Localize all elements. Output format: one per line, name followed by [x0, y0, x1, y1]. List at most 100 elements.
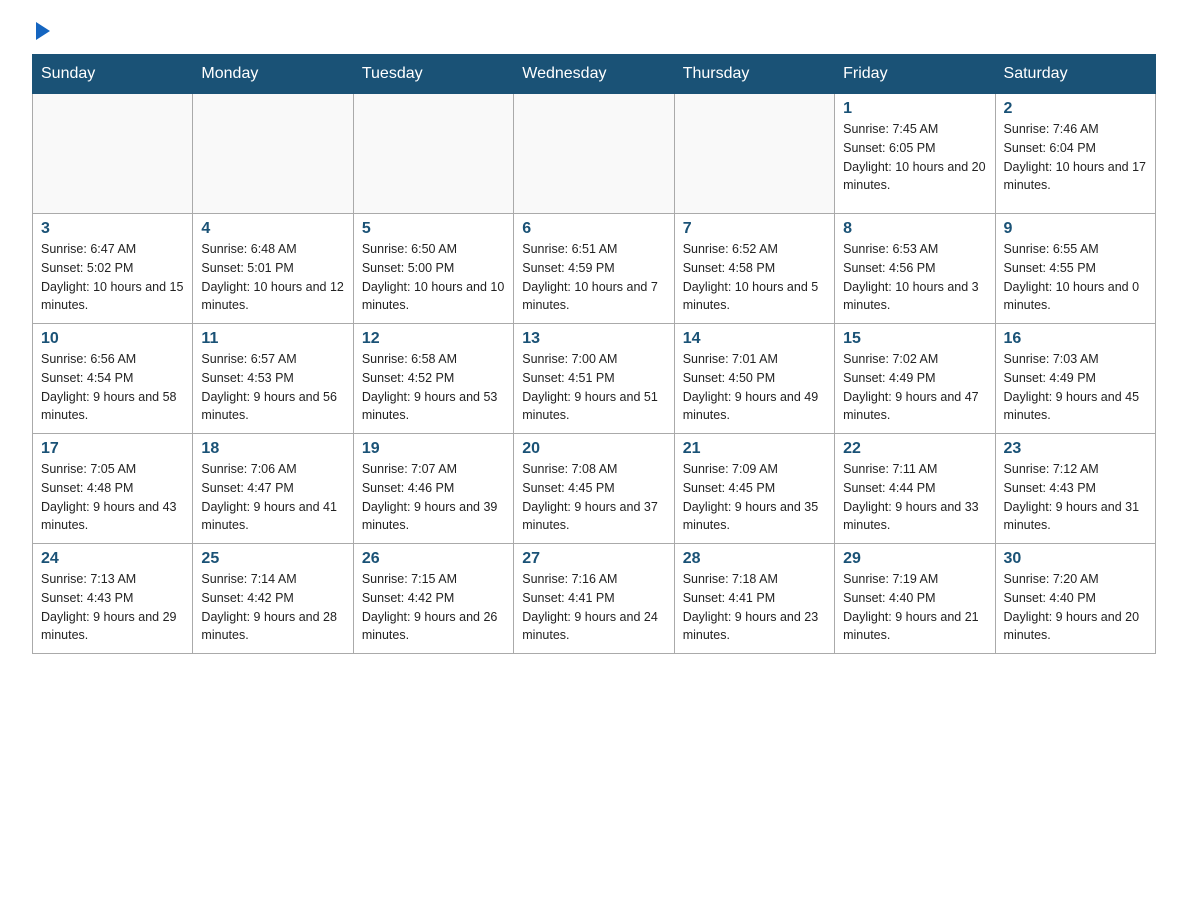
calendar-cell: 8Sunrise: 6:53 AM Sunset: 4:56 PM Daylig… [835, 214, 995, 324]
day-number: 18 [201, 440, 344, 458]
calendar-cell: 24 Sunrise: 7:13 AM Sunset: 4:43 PM Dayli… [33, 544, 193, 654]
day-info: Sunrise: 7:20 AM Sunset: 4:40 PM Dayligh… [1004, 570, 1147, 645]
day-number: 4 [201, 220, 344, 238]
calendar-cell [674, 94, 834, 214]
day-number: 19 [362, 440, 505, 458]
weekday-header-tuesday: Tuesday [353, 55, 513, 94]
weekday-header-friday: Friday [835, 55, 995, 94]
day-number: 7 [683, 220, 826, 238]
calendar-cell: 2Sunrise: 7:46 AM Sunset: 6:04 PM Daylig… [995, 94, 1155, 214]
day-number: 24 [41, 550, 184, 568]
calendar-cell: 16 Sunrise: 7:03 AM Sunset: 4:49 PM Dayli… [995, 324, 1155, 434]
calendar-cell [33, 94, 193, 214]
day-number: 14 [683, 330, 826, 348]
weekday-header-thursday: Thursday [674, 55, 834, 94]
day-number: 23 [1004, 440, 1147, 458]
day-number: 29 [843, 550, 986, 568]
logo-arrow-icon [36, 22, 50, 40]
calendar-cell: 9Sunrise: 6:55 AM Sunset: 4:55 PM Daylig… [995, 214, 1155, 324]
day-number: 20 [522, 440, 665, 458]
day-info: Sunrise: 7:15 AM Sunset: 4:42 PM Dayligh… [362, 570, 505, 645]
calendar-cell: 14Sunrise: 7:01 AM Sunset: 4:50 PM Dayli… [674, 324, 834, 434]
calendar-cell: 23 Sunrise: 7:12 AM Sunset: 4:43 PM Dayli… [995, 434, 1155, 544]
day-number: 28 [683, 550, 826, 568]
calendar-cell: 21 Sunrise: 7:09 AM Sunset: 4:45 PM Dayli… [674, 434, 834, 544]
calendar-cell: 27Sunrise: 7:16 AM Sunset: 4:41 PM Dayli… [514, 544, 674, 654]
calendar-cell: 1 Sunrise: 7:45 AM Sunset: 6:05 PM Daylig… [835, 94, 995, 214]
day-number: 17 [41, 440, 184, 458]
calendar-cell: 4 Sunrise: 6:48 AM Sunset: 5:01 PM Daylig… [193, 214, 353, 324]
day-number: 26 [362, 550, 505, 568]
day-info: Sunrise: 6:50 AM Sunset: 5:00 PM Dayligh… [362, 240, 505, 315]
day-number: 1 [843, 100, 986, 118]
day-info: Sunrise: 7:00 AM Sunset: 4:51 PM Dayligh… [522, 350, 665, 425]
calendar-week-row: 17Sunrise: 7:05 AM Sunset: 4:48 PM Dayli… [33, 434, 1156, 544]
calendar-cell: 19 Sunrise: 7:07 AM Sunset: 4:46 PM Dayli… [353, 434, 513, 544]
day-info: Sunrise: 7:08 AM Sunset: 4:45 PM Dayligh… [522, 460, 665, 535]
calendar-table: SundayMondayTuesdayWednesdayThursdayFrid… [32, 54, 1156, 654]
day-info: Sunrise: 7:46 AM Sunset: 6:04 PM Dayligh… [1004, 120, 1147, 195]
calendar-cell: 6Sunrise: 6:51 AM Sunset: 4:59 PM Daylig… [514, 214, 674, 324]
calendar-cell: 30 Sunrise: 7:20 AM Sunset: 4:40 PM Dayli… [995, 544, 1155, 654]
weekday-header-sunday: Sunday [33, 55, 193, 94]
day-number: 11 [201, 330, 344, 348]
day-info: Sunrise: 7:18 AM Sunset: 4:41 PM Dayligh… [683, 570, 826, 645]
page-header [32, 24, 1156, 38]
calendar-cell: 12Sunrise: 6:58 AM Sunset: 4:52 PM Dayli… [353, 324, 513, 434]
day-number: 3 [41, 220, 184, 238]
day-info: Sunrise: 6:47 AM Sunset: 5:02 PM Dayligh… [41, 240, 184, 315]
calendar-cell: 3 Sunrise: 6:47 AM Sunset: 5:02 PM Daylig… [33, 214, 193, 324]
calendar-cell [193, 94, 353, 214]
day-info: Sunrise: 7:16 AM Sunset: 4:41 PM Dayligh… [522, 570, 665, 645]
day-info: Sunrise: 7:07 AM Sunset: 4:46 PM Dayligh… [362, 460, 505, 535]
day-info: Sunrise: 6:57 AM Sunset: 4:53 PM Dayligh… [201, 350, 344, 425]
weekday-header-saturday: Saturday [995, 55, 1155, 94]
calendar-week-row: 3 Sunrise: 6:47 AM Sunset: 5:02 PM Daylig… [33, 214, 1156, 324]
weekday-header-monday: Monday [193, 55, 353, 94]
calendar-cell: 29 Sunrise: 7:19 AM Sunset: 4:40 PM Dayli… [835, 544, 995, 654]
day-number: 5 [362, 220, 505, 238]
day-number: 30 [1004, 550, 1147, 568]
day-info: Sunrise: 6:55 AM Sunset: 4:55 PM Dayligh… [1004, 240, 1147, 315]
day-info: Sunrise: 7:19 AM Sunset: 4:40 PM Dayligh… [843, 570, 986, 645]
calendar-week-row: 1 Sunrise: 7:45 AM Sunset: 6:05 PM Daylig… [33, 94, 1156, 214]
day-info: Sunrise: 7:12 AM Sunset: 4:43 PM Dayligh… [1004, 460, 1147, 535]
day-info: Sunrise: 7:03 AM Sunset: 4:49 PM Dayligh… [1004, 350, 1147, 425]
day-info: Sunrise: 6:48 AM Sunset: 5:01 PM Dayligh… [201, 240, 344, 315]
day-info: Sunrise: 7:13 AM Sunset: 4:43 PM Dayligh… [41, 570, 184, 645]
calendar-cell: 18 Sunrise: 7:06 AM Sunset: 4:47 PM Dayli… [193, 434, 353, 544]
calendar-cell: 7 Sunrise: 6:52 AM Sunset: 4:58 PM Daylig… [674, 214, 834, 324]
day-info: Sunrise: 7:09 AM Sunset: 4:45 PM Dayligh… [683, 460, 826, 535]
calendar-cell: 10Sunrise: 6:56 AM Sunset: 4:54 PM Dayli… [33, 324, 193, 434]
day-info: Sunrise: 6:52 AM Sunset: 4:58 PM Dayligh… [683, 240, 826, 315]
day-info: Sunrise: 7:45 AM Sunset: 6:05 PM Dayligh… [843, 120, 986, 195]
weekday-header-row: SundayMondayTuesdayWednesdayThursdayFrid… [33, 55, 1156, 94]
calendar-header: SundayMondayTuesdayWednesdayThursdayFrid… [33, 55, 1156, 94]
day-info: Sunrise: 6:58 AM Sunset: 4:52 PM Dayligh… [362, 350, 505, 425]
calendar-cell: 15 Sunrise: 7:02 AM Sunset: 4:49 PM Dayli… [835, 324, 995, 434]
logo [32, 24, 52, 38]
day-number: 16 [1004, 330, 1147, 348]
day-number: 6 [522, 220, 665, 238]
calendar-cell: 28 Sunrise: 7:18 AM Sunset: 4:41 PM Dayli… [674, 544, 834, 654]
day-info: Sunrise: 7:11 AM Sunset: 4:44 PM Dayligh… [843, 460, 986, 535]
calendar-body: 1 Sunrise: 7:45 AM Sunset: 6:05 PM Daylig… [33, 94, 1156, 654]
day-info: Sunrise: 6:56 AM Sunset: 4:54 PM Dayligh… [41, 350, 184, 425]
day-number: 15 [843, 330, 986, 348]
day-info: Sunrise: 7:06 AM Sunset: 4:47 PM Dayligh… [201, 460, 344, 535]
day-number: 22 [843, 440, 986, 458]
day-info: Sunrise: 6:53 AM Sunset: 4:56 PM Dayligh… [843, 240, 986, 315]
day-info: Sunrise: 7:14 AM Sunset: 4:42 PM Dayligh… [201, 570, 344, 645]
calendar-cell: 13Sunrise: 7:00 AM Sunset: 4:51 PM Dayli… [514, 324, 674, 434]
day-info: Sunrise: 7:02 AM Sunset: 4:49 PM Dayligh… [843, 350, 986, 425]
day-number: 25 [201, 550, 344, 568]
day-number: 21 [683, 440, 826, 458]
calendar-cell: 17Sunrise: 7:05 AM Sunset: 4:48 PM Dayli… [33, 434, 193, 544]
calendar-cell: 11 Sunrise: 6:57 AM Sunset: 4:53 PM Dayli… [193, 324, 353, 434]
calendar-cell: 25 Sunrise: 7:14 AM Sunset: 4:42 PM Dayli… [193, 544, 353, 654]
weekday-header-wednesday: Wednesday [514, 55, 674, 94]
calendar-cell [514, 94, 674, 214]
calendar-cell [353, 94, 513, 214]
calendar-cell: 26 Sunrise: 7:15 AM Sunset: 4:42 PM Dayli… [353, 544, 513, 654]
calendar-cell: 5 Sunrise: 6:50 AM Sunset: 5:00 PM Daylig… [353, 214, 513, 324]
